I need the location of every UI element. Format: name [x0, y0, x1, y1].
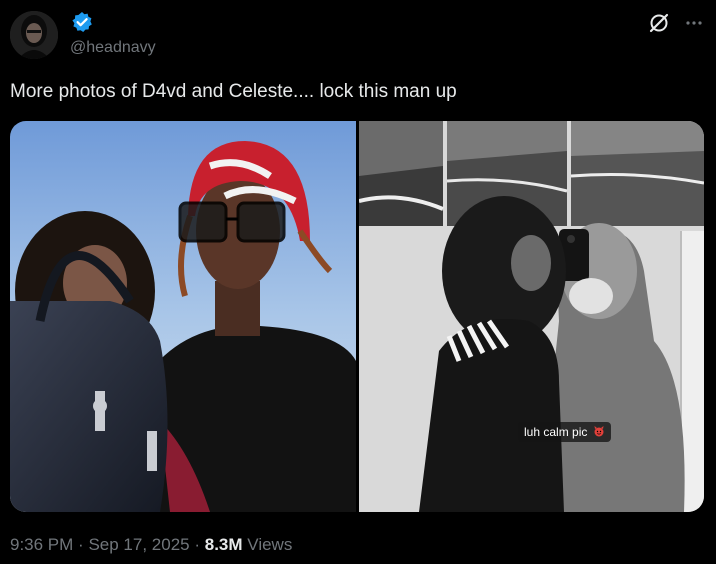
devil-emoji-icon [593, 423, 605, 443]
photo-1[interactable] [10, 121, 356, 512]
user-handle[interactable]: @headnavy [70, 39, 156, 57]
photo-2[interactable]: luh calm pic [358, 121, 704, 512]
photo-caption: luh calm pic [518, 422, 611, 442]
tweet-text: More photos of D4vd and Celeste.... lock… [10, 81, 457, 102]
verified-badge-icon [71, 11, 93, 33]
views-label: Views [247, 535, 293, 554]
avatar[interactable] [10, 11, 58, 59]
more-options-icon[interactable] [683, 12, 705, 34]
media-grid: luh calm pic [10, 121, 704, 512]
grok-icon[interactable] [648, 12, 670, 34]
tweet-date[interactable]: Sep 17, 2025 [88, 535, 189, 554]
tweet-time[interactable]: 9:36 PM [10, 535, 73, 554]
tweet-meta: 9:36 PM · Sep 17, 2025 · 8.3M Views [10, 535, 292, 555]
meta-separator: · [78, 535, 84, 554]
views-count: 8.3M [204, 535, 243, 554]
meta-separator: · [194, 535, 201, 554]
photo-caption-text: luh calm pic [524, 425, 588, 439]
